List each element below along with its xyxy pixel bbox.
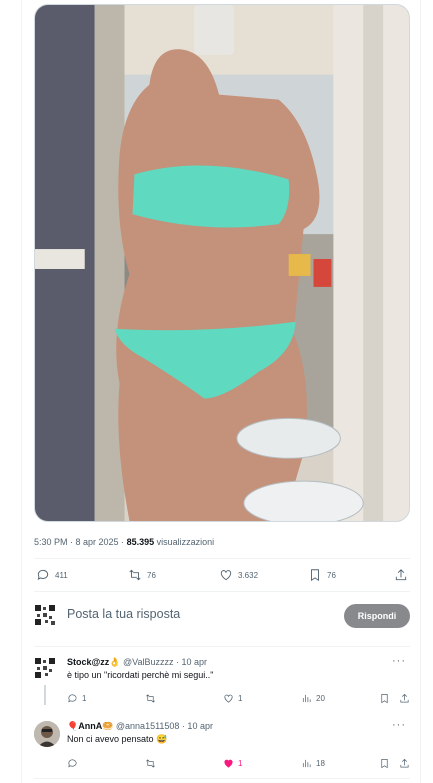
share-icon <box>400 758 409 768</box>
profile-photo <box>34 721 60 747</box>
bookmark-icon <box>311 569 319 582</box>
reply-button[interactable]: 1 <box>67 693 86 704</box>
comment-header: 🎈AnnA🥯 @anna1511508 · 10 apr <box>67 721 213 732</box>
comment-text: Non ci avevo pensato 😅 <box>67 734 168 744</box>
reply-icon <box>37 569 49 580</box>
reply-composer: Posta la tua risposta Rispondi <box>34 598 410 634</box>
share-icon <box>400 693 409 703</box>
reply-count: 1 <box>82 694 87 703</box>
bookmark-button[interactable] <box>379 693 390 704</box>
view-count: 20 <box>316 694 325 703</box>
comment-actions: 1 18 <box>67 758 410 770</box>
bookmark-button[interactable] <box>379 758 390 769</box>
like-button-active[interactable]: 1 <box>223 758 242 769</box>
mirror-selfie-illustration <box>35 5 409 521</box>
post-actions: 411 76 3.632 76 <box>36 568 408 584</box>
analytics-icon <box>302 759 311 768</box>
handle-and-date[interactable]: @anna1511508 · 10 apr <box>113 721 213 731</box>
repost-icon <box>129 569 141 581</box>
share-button[interactable] <box>399 693 410 704</box>
reply-button[interactable] <box>67 758 78 769</box>
qr-pattern-icon <box>34 604 56 626</box>
view-count: 18 <box>316 759 325 768</box>
comment-header: Stock@zz👌 @ValBuzzzz · 10 apr <box>67 657 207 668</box>
display-name[interactable]: 🎈AnnA🥯 <box>67 721 113 731</box>
post-time[interactable]: 5:30 PM <box>34 537 68 547</box>
heart-filled-icon <box>224 759 233 768</box>
views-button[interactable]: 20 <box>301 693 325 704</box>
post-image[interactable] <box>34 4 410 522</box>
divider <box>34 558 410 559</box>
like-count: 1 <box>238 694 243 703</box>
reply-button[interactable]: 411 <box>36 568 68 582</box>
reply-submit-button[interactable]: Rispondi <box>344 604 410 628</box>
bookmark-icon <box>381 694 388 704</box>
comment-item[interactable]: Stock@zz👌 @ValBuzzzz · 10 apr ··· è tipo… <box>34 655 410 709</box>
reply-count: 411 <box>55 570 68 580</box>
handle-and-date[interactable]: @ValBuzzzz · 10 apr <box>121 657 207 667</box>
divider <box>34 646 410 647</box>
bookmark-count: 76 <box>327 570 336 580</box>
repost-button[interactable]: 76 <box>128 568 156 582</box>
repost-button[interactable] <box>145 758 156 769</box>
heart-icon <box>220 570 232 581</box>
post-meta: 5:30 PM · 8 apr 2025 · 85.395 visualizza… <box>34 537 214 547</box>
repost-icon <box>146 759 155 768</box>
share-button[interactable] <box>394 568 408 582</box>
reply-icon <box>68 759 77 768</box>
reply-input[interactable]: Posta la tua risposta <box>67 607 180 621</box>
like-button[interactable]: 3.632 <box>219 568 258 582</box>
repost-button[interactable] <box>145 693 156 704</box>
bookmark-button[interactable]: 76 <box>308 568 336 582</box>
repost-icon <box>146 694 155 703</box>
post-column: 5:30 PM · 8 apr 2025 · 85.395 visualizza… <box>21 0 421 783</box>
reply-icon <box>68 694 77 703</box>
avatar[interactable] <box>34 657 56 679</box>
share-icon <box>395 569 407 581</box>
post-date[interactable]: 8 apr 2025 <box>76 537 119 547</box>
heart-icon <box>224 694 233 703</box>
comment-text: è tipo un "ricordati perchè mi segui.." <box>67 670 214 680</box>
like-count: 3.632 <box>238 570 259 580</box>
views-button[interactable]: 18 <box>301 758 325 769</box>
thread-line <box>44 685 46 705</box>
repost-count: 76 <box>147 570 156 580</box>
qr-pattern-icon <box>34 657 56 679</box>
comment-item[interactable]: 🎈AnnA🥯 @anna1511508 · 10 apr ··· Non ci … <box>34 719 410 773</box>
share-button[interactable] <box>399 758 410 769</box>
view-label: visualizzazioni <box>154 537 215 547</box>
meta-separator: · <box>118 537 127 547</box>
divider <box>34 778 410 779</box>
meta-separator: · <box>67 537 76 547</box>
user-avatar[interactable] <box>34 604 56 626</box>
more-options-icon[interactable]: ··· <box>392 719 406 731</box>
view-count: 85.395 <box>126 537 155 547</box>
more-options-icon[interactable]: ··· <box>392 655 406 667</box>
like-count: 1 <box>238 759 243 768</box>
like-button[interactable]: 1 <box>223 693 242 704</box>
avatar[interactable] <box>34 721 60 747</box>
divider <box>34 591 410 592</box>
analytics-icon <box>302 694 311 703</box>
display-name[interactable]: Stock@zz👌 <box>67 657 121 667</box>
bookmark-icon <box>381 759 388 769</box>
comment-actions: 1 1 20 <box>67 693 410 705</box>
